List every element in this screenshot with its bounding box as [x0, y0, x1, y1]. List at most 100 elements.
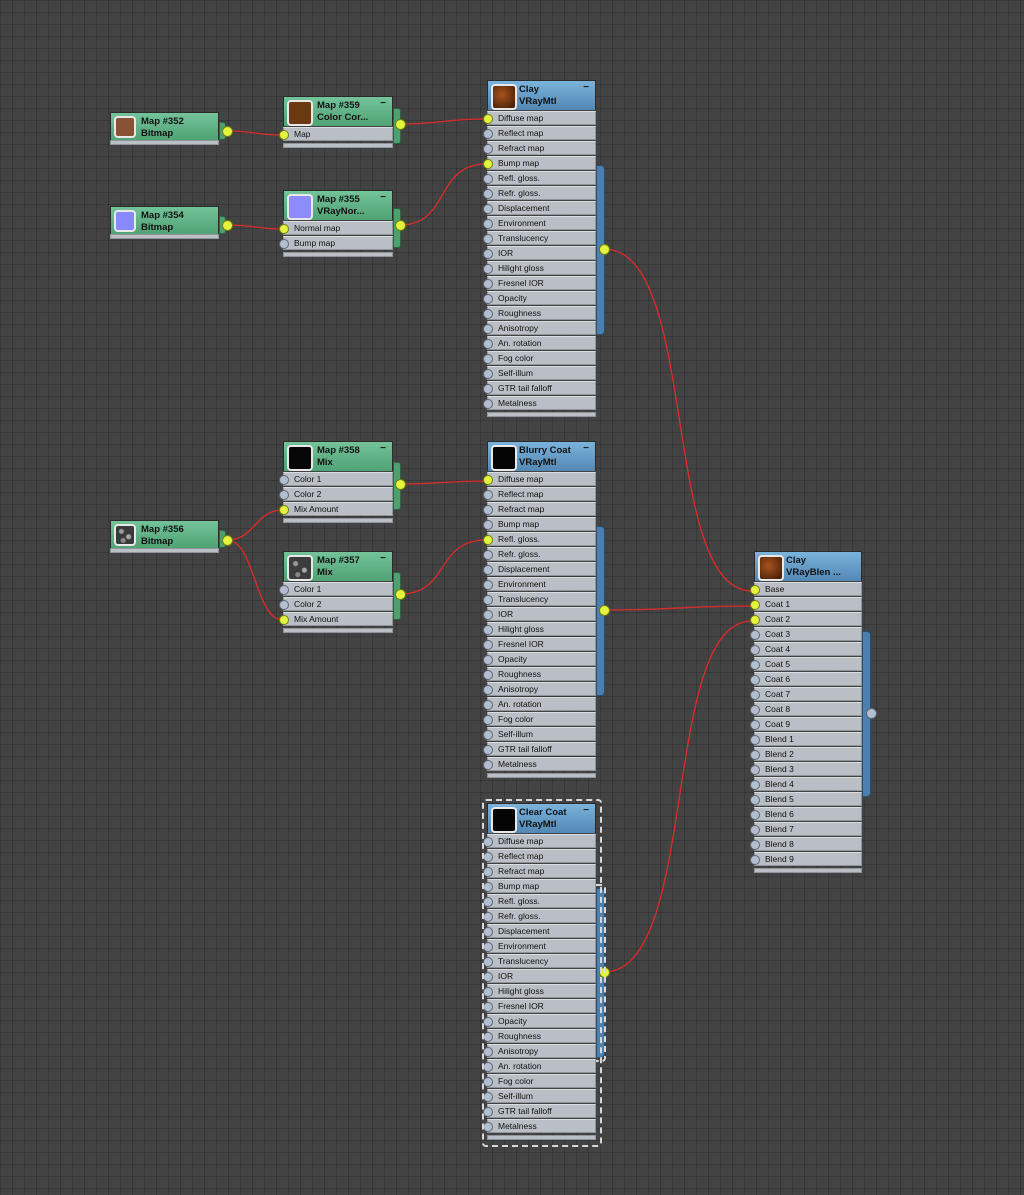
minimize-button[interactable]: −	[583, 805, 589, 816]
input-port[interactable]	[483, 490, 493, 500]
slot-blend-2[interactable]: Blend 2	[750, 747, 862, 761]
slot-anisotropy[interactable]: Anisotropy	[483, 1044, 596, 1058]
node-map-354[interactable]: Map #354 Bitmap	[110, 206, 219, 239]
slot-gtr-tail-falloff[interactable]: GTR tail falloff	[483, 1104, 596, 1118]
slot-blend-7[interactable]: Blend 7	[750, 822, 862, 836]
input-port[interactable]	[483, 1032, 493, 1042]
node-map-359[interactable]: Map #359 Color Cor... − Map	[279, 96, 393, 148]
output-port-blurry-coat[interactable]	[599, 605, 610, 616]
input-port[interactable]	[750, 630, 760, 640]
slot-ior[interactable]: IOR	[483, 969, 596, 983]
output-port-clay[interactable]	[599, 244, 610, 255]
output-port-map-354[interactable]	[222, 220, 233, 231]
slot-coat-2[interactable]: Coat 2	[750, 612, 862, 626]
input-port[interactable]	[483, 912, 493, 922]
slot-blend-6[interactable]: Blend 6	[750, 807, 862, 821]
slot-translucency[interactable]: Translucency	[483, 592, 596, 606]
slot-an-rotation[interactable]: An. rotation	[483, 697, 596, 711]
input-port[interactable]	[750, 795, 760, 805]
node-map-358[interactable]: Map #358 Mix − Color 1 Color 2 Mix Amount	[279, 441, 393, 523]
slot-opacity[interactable]: Opacity	[483, 291, 596, 305]
input-port[interactable]	[483, 760, 493, 770]
slot-coat-7[interactable]: Coat 7	[750, 687, 862, 701]
input-port[interactable]	[483, 730, 493, 740]
node-map-352[interactable]: Map #352 Bitmap	[110, 112, 219, 145]
slot-displacement[interactable]: Displacement	[483, 201, 596, 215]
input-port[interactable]	[750, 840, 760, 850]
slot-fresnel-ior[interactable]: Fresnel IOR	[483, 276, 596, 290]
node-header[interactable]: Map #354 Bitmap	[110, 206, 219, 234]
input-port[interactable]	[483, 234, 493, 244]
slot-hilight-gloss[interactable]: Hilight gloss	[483, 622, 596, 636]
input-port[interactable]	[483, 279, 493, 289]
input-port[interactable]	[483, 595, 493, 605]
node-header[interactable]: Map #352 Bitmap	[110, 112, 219, 140]
input-port[interactable]	[750, 735, 760, 745]
slot-mix-amount[interactable]: Mix Amount	[279, 612, 393, 626]
input-port[interactable]	[483, 610, 493, 620]
output-port-map-359[interactable]	[395, 119, 406, 130]
input-port[interactable]	[483, 957, 493, 967]
slot-coat-6[interactable]: Coat 6	[750, 672, 862, 686]
input-port[interactable]	[750, 615, 760, 625]
slot-coat-8[interactable]: Coat 8	[750, 702, 862, 716]
slot-displacement[interactable]: Displacement	[483, 562, 596, 576]
input-port[interactable]	[483, 144, 493, 154]
input-port[interactable]	[483, 1062, 493, 1072]
node-header[interactable]: Clay VRayMtl −	[487, 80, 596, 110]
slot-diffuse-map[interactable]: Diffuse map	[483, 472, 596, 486]
slot-refl-gloss[interactable]: Refl. gloss.	[483, 894, 596, 908]
slot-color-1[interactable]: Color 1	[279, 472, 393, 486]
slot-environment[interactable]: Environment	[483, 577, 596, 591]
input-port[interactable]	[483, 369, 493, 379]
input-port[interactable]	[483, 867, 493, 877]
input-port[interactable]	[483, 1017, 493, 1027]
input-port[interactable]	[483, 1077, 493, 1087]
slot-blend-3[interactable]: Blend 3	[750, 762, 862, 776]
input-port[interactable]	[483, 550, 493, 560]
input-port[interactable]	[483, 1002, 493, 1012]
input-port[interactable]	[750, 705, 760, 715]
slot-blend-8[interactable]: Blend 8	[750, 837, 862, 851]
input-port[interactable]	[483, 520, 493, 530]
slot-gtr-tail-falloff[interactable]: GTR tail falloff	[483, 742, 596, 756]
input-port[interactable]	[750, 645, 760, 655]
node-material-vrayblend[interactable]: Clay VRayBlen ... Base Coat 1 Coat 2 Coat…	[750, 551, 862, 873]
slot-mix-amount[interactable]: Mix Amount	[279, 502, 393, 516]
input-port[interactable]	[750, 720, 760, 730]
slot-translucency[interactable]: Translucency	[483, 954, 596, 968]
input-port[interactable]	[279, 130, 289, 140]
input-port[interactable]	[483, 159, 493, 169]
slot-environment[interactable]: Environment	[483, 216, 596, 230]
slot-blend-4[interactable]: Blend 4	[750, 777, 862, 791]
input-port[interactable]	[483, 670, 493, 680]
input-port[interactable]	[279, 475, 289, 485]
slot-blend-9[interactable]: Blend 9	[750, 852, 862, 866]
slot-fog-color[interactable]: Fog color	[483, 351, 596, 365]
node-header[interactable]: Clear Coat VRayMtl −	[487, 803, 596, 833]
input-port[interactable]	[483, 475, 493, 485]
slot-self-illum[interactable]: Self-illum	[483, 366, 596, 380]
input-port[interactable]	[483, 927, 493, 937]
slot-environment[interactable]: Environment	[483, 939, 596, 953]
input-port[interactable]	[483, 1122, 493, 1132]
input-port[interactable]	[483, 354, 493, 364]
slot-fog-color[interactable]: Fog color	[483, 712, 596, 726]
slot-coat-4[interactable]: Coat 4	[750, 642, 862, 656]
input-port[interactable]	[483, 837, 493, 847]
input-port[interactable]	[483, 972, 493, 982]
slot-refl-gloss[interactable]: Refl. gloss.	[483, 532, 596, 546]
slot-fog-color[interactable]: Fog color	[483, 1074, 596, 1088]
output-port-clear-coat[interactable]	[599, 967, 610, 978]
input-port[interactable]	[483, 339, 493, 349]
slot-color-2[interactable]: Color 2	[279, 487, 393, 501]
input-port[interactable]	[483, 264, 493, 274]
output-port-map-352[interactable]	[222, 126, 233, 137]
input-port[interactable]	[483, 309, 493, 319]
slot-blend-1[interactable]: Blend 1	[750, 732, 862, 746]
slot-anisotropy[interactable]: Anisotropy	[483, 682, 596, 696]
slot-refr-gloss[interactable]: Refr. gloss.	[483, 909, 596, 923]
node-header[interactable]: Map #356 Bitmap	[110, 520, 219, 548]
input-port[interactable]	[483, 640, 493, 650]
input-port[interactable]	[483, 294, 493, 304]
